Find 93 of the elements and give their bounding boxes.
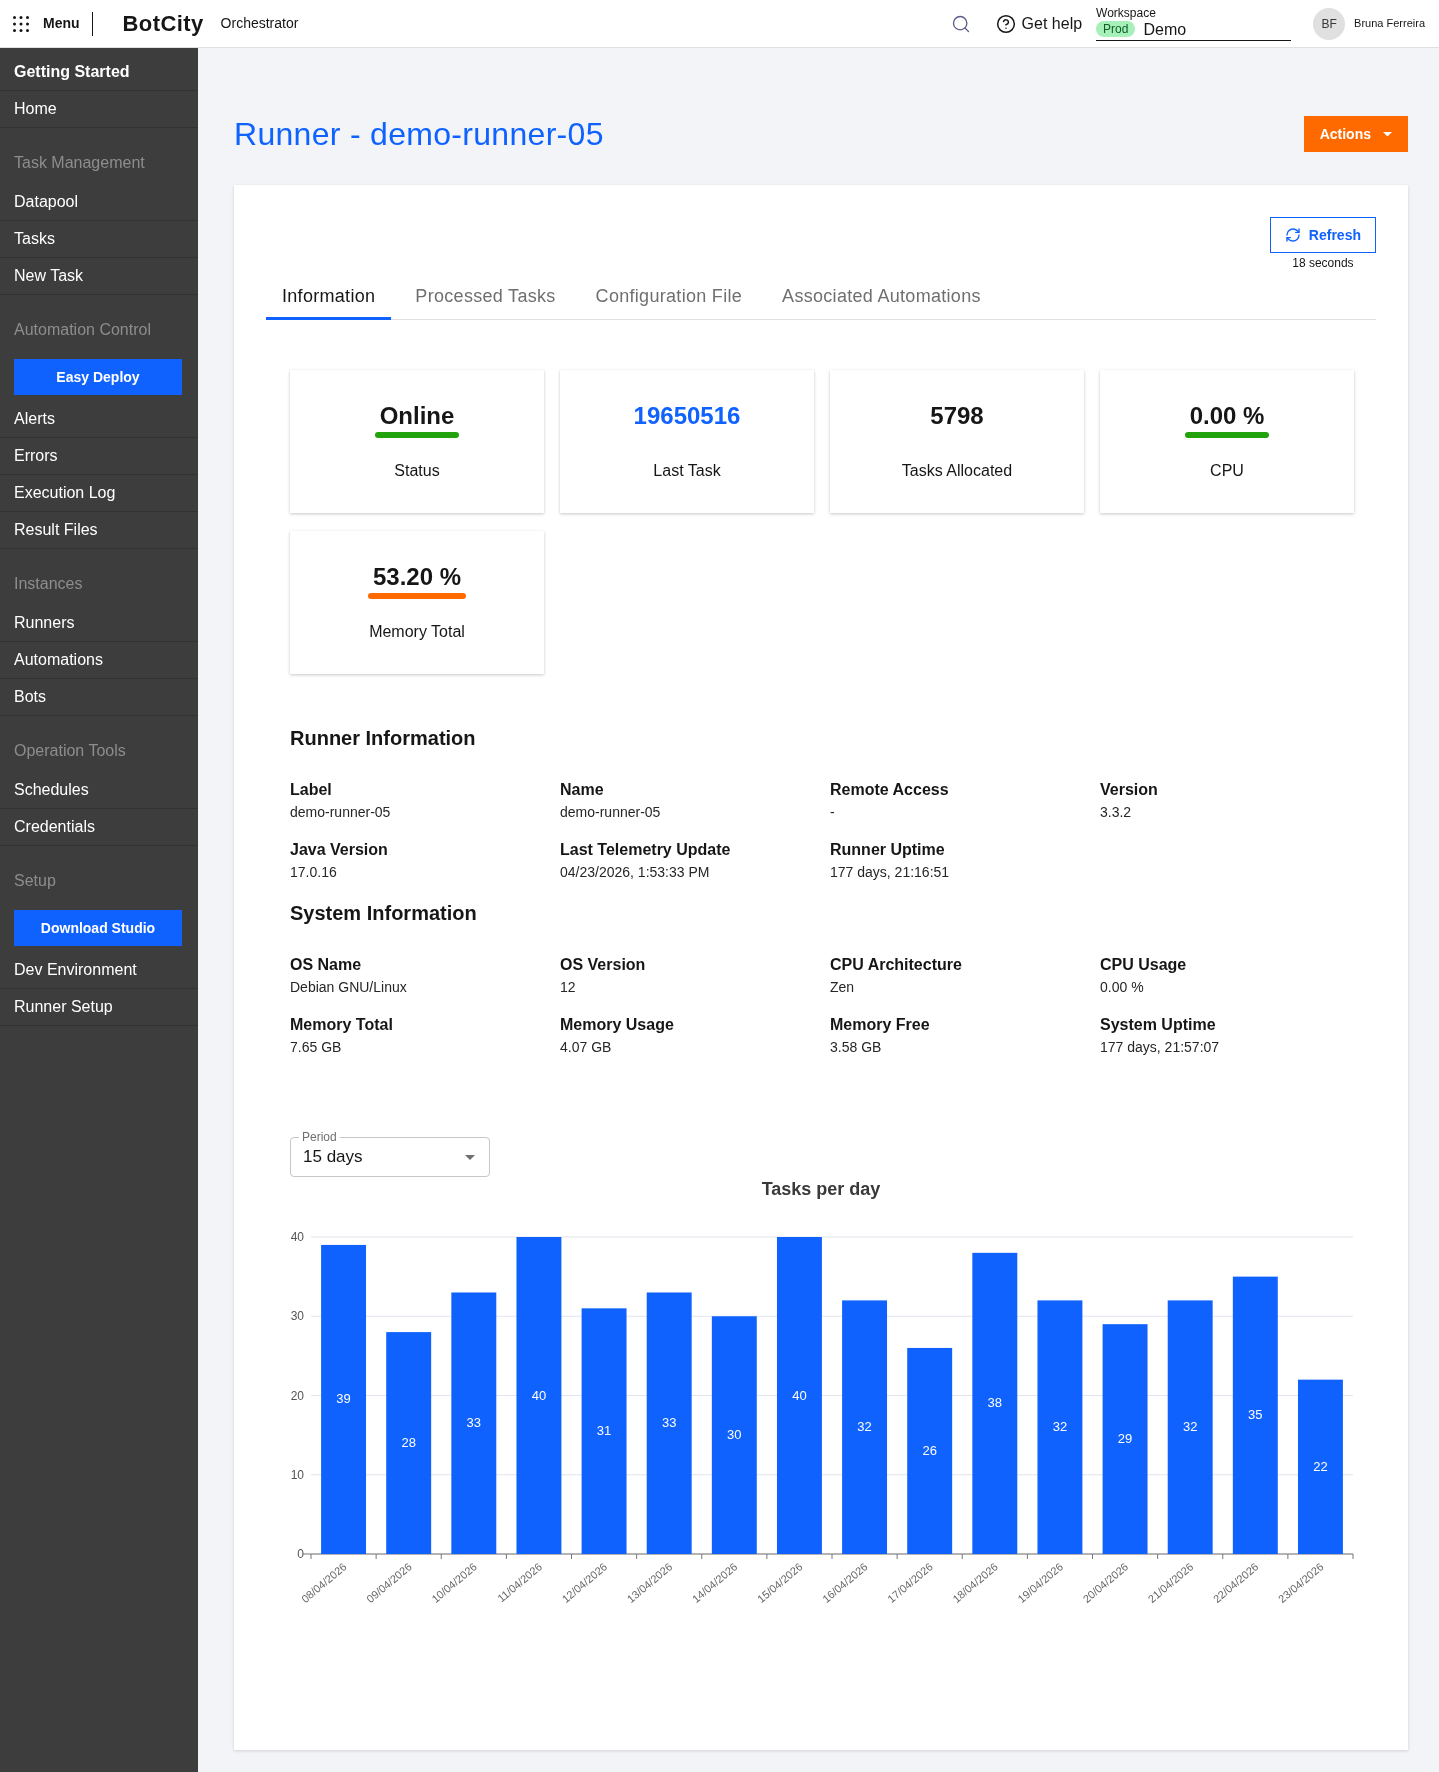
field-value: 177 days, 21:57:07: [1100, 1038, 1221, 1056]
field-label: CPU Architecture: [830, 955, 963, 975]
y-axis-label: 10: [290, 1467, 304, 1482]
workspace-select[interactable]: Prod Demo: [1096, 19, 1292, 41]
field-value: 04/23/2026, 1:53:33 PM: [560, 863, 711, 881]
refresh-elapsed: 18 seconds: [1292, 256, 1354, 270]
field-value: 3.3.2: [1100, 803, 1133, 821]
section-heading: System Information: [290, 901, 478, 925]
bar-value-label: 28: [401, 1435, 416, 1451]
bar-value-label: 38: [987, 1395, 1003, 1411]
bar-value-label: 32: [1052, 1419, 1068, 1435]
field-value: 12: [560, 978, 577, 996]
refresh-button[interactable]: Refresh: [1269, 217, 1376, 253]
section-heading: Runner Information: [290, 726, 477, 750]
caret-icon: [1383, 131, 1392, 137]
field-label: Name: [560, 780, 605, 800]
field-label: OS Version: [560, 955, 647, 975]
sidebar-section-title: Automation Control: [13, 320, 152, 340]
logo: BotCity: [122, 10, 204, 38]
field-label: Remote Access: [830, 780, 950, 800]
bar-value-label: 31: [596, 1423, 612, 1439]
field-value: 3.58 GB: [830, 1038, 883, 1056]
sidebar-button[interactable]: Download Studio: [14, 910, 182, 946]
stat-label: Status: [394, 461, 440, 481]
stat-label: Memory Total: [369, 622, 465, 642]
bar-value-label: 33: [466, 1415, 482, 1431]
stat-label: CPU: [1210, 461, 1244, 481]
search-icon[interactable]: [950, 13, 971, 34]
field-value: Debian GNU/Linux: [290, 978, 408, 996]
bar-value-label: 39: [336, 1391, 351, 1407]
bar-value-label: 32: [1182, 1419, 1198, 1435]
stat-value: 5798: [929, 401, 985, 431]
field-label: Memory Free: [830, 1015, 931, 1035]
tab[interactable]: Processed Tasks: [399, 276, 572, 320]
field-value: -: [830, 803, 836, 821]
workspace-label: Workspace: [1096, 6, 1157, 20]
bar-value-label: 33: [661, 1415, 677, 1431]
stat-label: Tasks Allocated: [901, 461, 1013, 481]
field-value: 4.07 GB: [560, 1038, 613, 1056]
user-name: Bruna Ferreira: [1354, 16, 1425, 32]
stat-value: 0.00 %: [1188, 401, 1266, 431]
stat-value: Online: [378, 401, 456, 431]
bar-value-label: 40: [792, 1387, 807, 1403]
environment-badge: Prod: [1096, 21, 1136, 37]
field-value: demo-runner-05: [560, 803, 662, 821]
bar-value-label: 32: [857, 1419, 872, 1435]
field-value: 7.65 GB: [290, 1038, 343, 1056]
sidebar-section-title: Instances: [13, 574, 84, 594]
field-label: Version: [1100, 780, 1159, 800]
field-label: CPU Usage: [1100, 955, 1188, 975]
tab[interactable]: Associated Automations: [766, 276, 997, 320]
sidebar-button[interactable]: Easy Deploy: [14, 359, 182, 395]
menu-label[interactable]: Menu: [43, 13, 80, 34]
bar-value-label: 29: [1117, 1431, 1133, 1447]
sidebar-section-title: Task Management: [13, 153, 146, 173]
field-label: Memory Total: [290, 1015, 394, 1035]
caret-icon: [465, 1154, 475, 1160]
sidebar-section-title: Operation Tools: [13, 741, 127, 761]
y-axis-label: 0: [297, 1547, 304, 1561]
product-name: Orchestrator: [220, 14, 299, 33]
page-title: Runner - demo-runner-05: [234, 116, 604, 152]
stat-label: Last Task: [653, 461, 721, 481]
help-link[interactable]: Get help: [1021, 11, 1083, 36]
tab[interactable]: Information: [266, 276, 392, 320]
tab[interactable]: Configuration File: [579, 276, 759, 320]
stat-value-link[interactable]: 19650516: [628, 401, 746, 431]
field-label: OS Name: [290, 955, 363, 975]
field-value: 177 days, 21:16:51: [830, 863, 951, 881]
bar-value-label: 26: [922, 1442, 937, 1458]
y-axis-label: 40: [290, 1230, 304, 1244]
user-avatar[interactable]: BF: [1313, 7, 1346, 40]
field-value: 0.00 %: [1100, 978, 1145, 996]
bar-value-label: 22: [1313, 1458, 1328, 1474]
field-label: Label: [290, 780, 333, 800]
field-label: Java Version: [290, 840, 389, 860]
y-axis-label: 20: [290, 1388, 304, 1403]
menu-icon[interactable]: [13, 15, 29, 32]
field-value: 17.0.16: [290, 863, 338, 881]
help-icon[interactable]: [995, 13, 1016, 34]
field-value: Zen: [830, 978, 856, 996]
y-axis-label: 30: [290, 1309, 304, 1324]
refresh-icon: [1284, 227, 1301, 243]
field-value: demo-runner-05: [290, 803, 392, 821]
sidebar-section-title: Setup: [13, 871, 57, 891]
field-label: System Uptime: [1100, 1015, 1217, 1035]
chart-title: Tasks per day: [760, 1178, 882, 1200]
field-label: Last Telemetry Update: [560, 840, 732, 860]
bar-value-label: 30: [727, 1427, 742, 1443]
bar-value-label: 40: [531, 1387, 547, 1403]
field-label: Memory Usage: [560, 1015, 675, 1035]
stat-value: 53.20 %: [371, 562, 463, 592]
bar-value-label: 35: [1248, 1407, 1263, 1423]
field-label: Runner Uptime: [830, 840, 946, 860]
